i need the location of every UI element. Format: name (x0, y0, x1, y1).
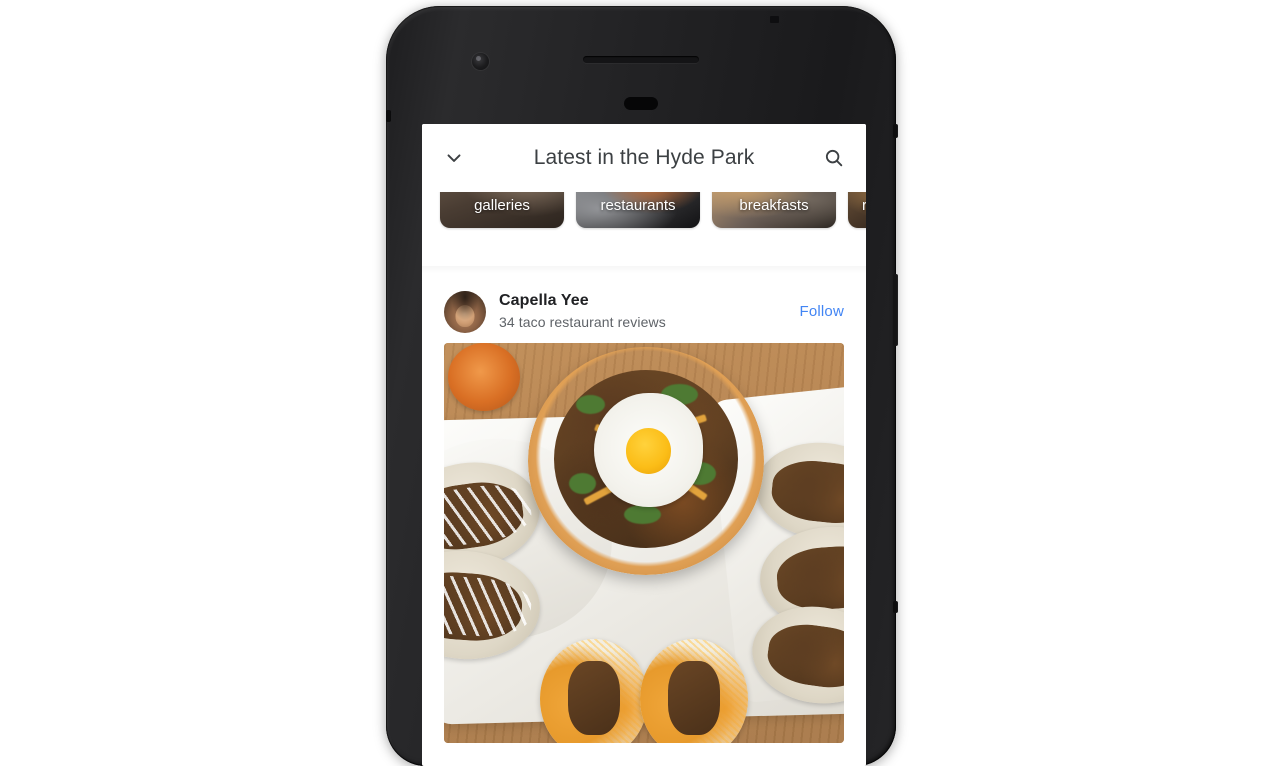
photo-fried-egg (594, 392, 703, 507)
volume-rocker-button[interactable] (893, 274, 898, 346)
chip-breakfasts[interactable]: breakfasts (712, 192, 836, 228)
front-camera-icon (472, 53, 489, 70)
photo-garnish (568, 472, 597, 495)
category-chips-strip[interactable]: galleries restaurants breakfasts re (422, 192, 866, 248)
photo-bread-bowl (528, 347, 764, 575)
chevron-down-icon[interactable] (432, 136, 476, 180)
bottom-antenna-notch (893, 601, 898, 613)
chip-label: re (862, 197, 866, 214)
antenna-notch (770, 16, 779, 23)
feed-separator (422, 248, 866, 282)
chip-label: breakfasts (739, 197, 809, 214)
post-header-text: Capella Yee 34 taco restaurant reviews (486, 290, 789, 333)
photo-meat (568, 660, 620, 735)
category-chips-row: galleries restaurants breakfasts re (440, 192, 866, 228)
photo-taco-filling (764, 619, 844, 693)
chip-galleries[interactable]: galleries (440, 192, 564, 228)
chip-partial-next[interactable]: re (848, 192, 866, 228)
app-bar: Latest in the Hyde Park (422, 124, 866, 192)
page-title: Latest in the Hyde Park (533, 146, 755, 169)
photo-drink-cup (448, 343, 520, 411)
photo-taco-filling (774, 543, 844, 613)
earpiece-speaker (583, 56, 699, 63)
avatar[interactable] (444, 290, 486, 333)
proximity-sensor (624, 97, 658, 110)
photo-garnish (623, 504, 661, 525)
phone-screen: Latest in the Hyde Park galleries restau… (422, 124, 866, 766)
photo-stuffed-tortilla (640, 639, 748, 743)
photo-taco-drizzle (444, 572, 533, 640)
chip-label: restaurants (600, 197, 676, 214)
post-card: Capella Yee 34 taco restaurant reviews F… (422, 282, 866, 743)
photo-meat (668, 660, 720, 735)
photo-taco-filling (769, 456, 844, 527)
photo-stuffed-tortilla (540, 639, 648, 743)
post-author-subtitle: 34 taco restaurant reviews (499, 314, 666, 330)
left-antenna-notch (386, 110, 391, 122)
post-author-name[interactable]: Capella Yee (499, 290, 789, 312)
chip-label: galleries (474, 197, 530, 214)
post-header: Capella Yee 34 taco restaurant reviews F… (422, 282, 866, 343)
phone-device: Latest in the Hyde Park galleries restau… (386, 6, 898, 766)
post-photo[interactable] (444, 343, 844, 743)
follow-button[interactable]: Follow (789, 303, 844, 320)
photo-egg-yolk (625, 427, 672, 474)
chip-restaurants[interactable]: restaurants (576, 192, 700, 228)
power-button[interactable] (893, 124, 898, 138)
photo-garnish (576, 394, 606, 415)
search-icon[interactable] (812, 136, 856, 180)
